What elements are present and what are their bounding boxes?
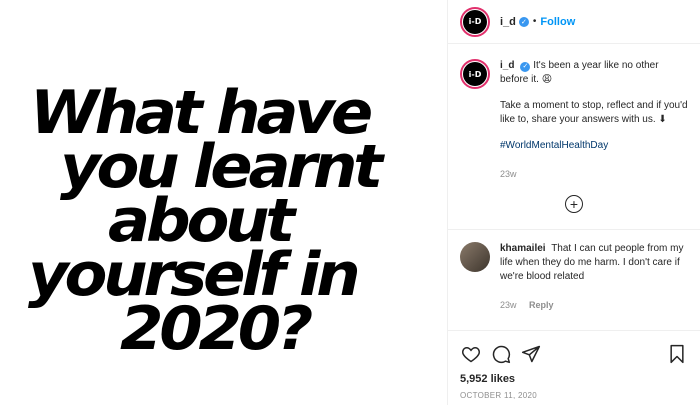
weary-face-emoji-icon: 😩 bbox=[541, 74, 553, 85]
caption-body: i_d ✓ It's been a year like no other befo… bbox=[500, 59, 688, 181]
load-more-comments: + bbox=[460, 195, 688, 213]
author-avatar[interactable]: i-D bbox=[460, 6, 490, 37]
headline-line-5: 2020? bbox=[120, 294, 313, 364]
comment-item: khamailei That I can cut people from my … bbox=[460, 242, 688, 312]
instagram-post: What have you learnt about yourself in 2… bbox=[0, 0, 700, 405]
caption-username[interactable]: i_d bbox=[500, 60, 514, 71]
reply-button[interactable]: Reply bbox=[529, 300, 554, 310]
comment-icon[interactable] bbox=[490, 343, 512, 365]
post-image[interactable]: What have you learnt about yourself in 2… bbox=[0, 0, 448, 405]
down-arrow-emoji-icon: ⬇ bbox=[658, 114, 667, 125]
comment-timestamp: 23w bbox=[500, 300, 517, 310]
post-header: i-D i_d ✓ • Follow bbox=[448, 0, 700, 44]
comments-section: i-D i_d ✓ It's been a year like no other … bbox=[448, 45, 700, 313]
post-actions-area: 5,952 likes OCTOBER 11, 2020 bbox=[448, 330, 700, 405]
caption-timestamp: 23w bbox=[500, 169, 517, 179]
author-username[interactable]: i_d bbox=[500, 16, 516, 28]
caption-verified-icon: ✓ bbox=[520, 62, 531, 72]
post-date: OCTOBER 11, 2020 bbox=[460, 391, 537, 400]
share-icon[interactable] bbox=[520, 343, 542, 365]
commenter-username[interactable]: khamailei bbox=[500, 243, 546, 254]
caption: i-D i_d ✓ It's been a year like no other … bbox=[460, 59, 688, 181]
bookmark-icon[interactable] bbox=[666, 343, 688, 365]
likes-count[interactable]: 5,952 likes bbox=[460, 373, 688, 385]
avatar-logo: i-D bbox=[463, 9, 487, 34]
caption-avatar-logo: i-D bbox=[463, 62, 487, 86]
divider bbox=[448, 229, 700, 230]
plus-circle-icon[interactable]: + bbox=[565, 195, 583, 213]
header-separator: • bbox=[532, 16, 537, 27]
verified-badge-icon: ✓ bbox=[518, 16, 529, 27]
commenter-avatar[interactable] bbox=[460, 242, 490, 272]
hashtag-link[interactable]: #WorldMentalHealthDay bbox=[500, 140, 608, 151]
post-headline: What have you learnt about yourself in 2… bbox=[24, 83, 444, 359]
follow-button[interactable]: Follow bbox=[540, 16, 575, 28]
heart-icon[interactable] bbox=[460, 343, 482, 365]
caption-avatar[interactable]: i-D bbox=[460, 59, 490, 89]
comment-body: khamailei That I can cut people from my … bbox=[500, 242, 688, 312]
action-bar bbox=[460, 343, 688, 365]
comment-meta: 23w Reply bbox=[500, 298, 688, 312]
post-sidebar: i-D i_d ✓ • Follow i-D i_d ✓ It's been a … bbox=[448, 0, 700, 405]
